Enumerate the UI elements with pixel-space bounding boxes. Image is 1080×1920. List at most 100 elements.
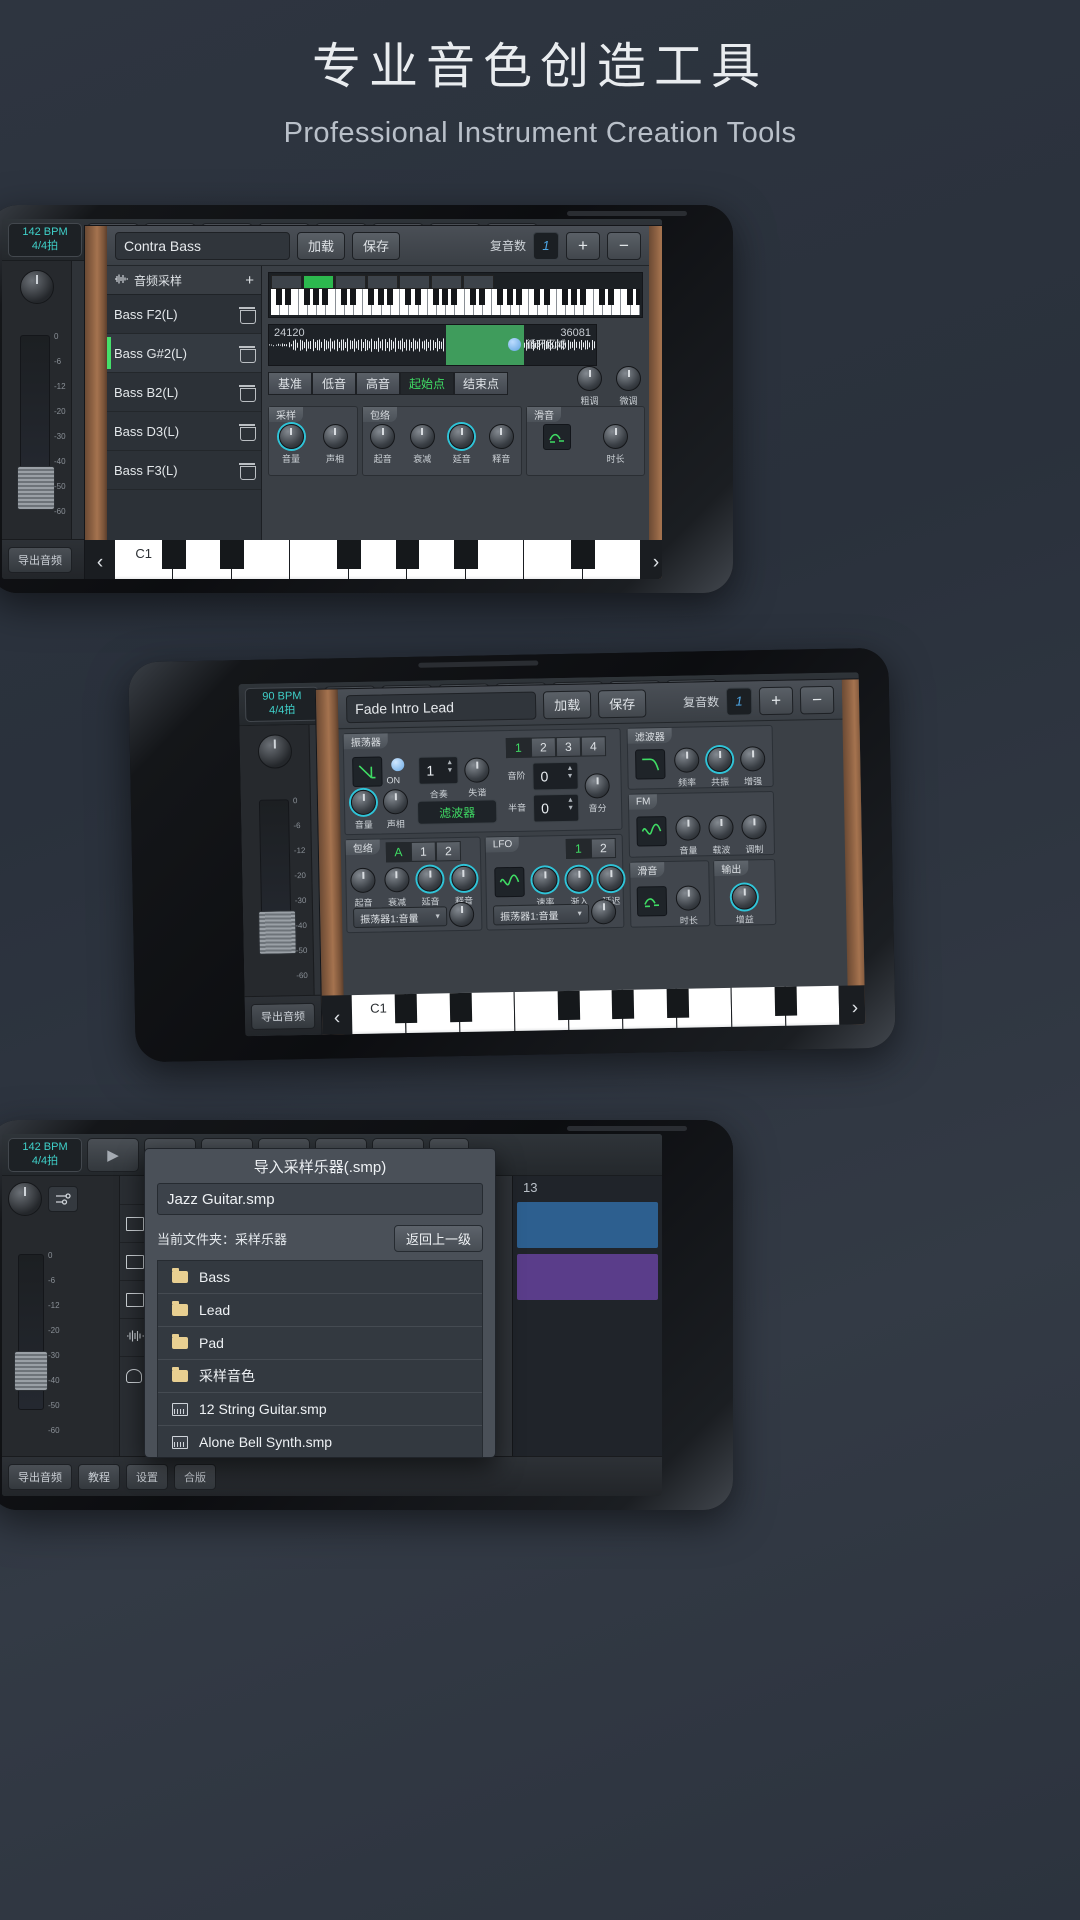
plus-icon[interactable]: + xyxy=(245,272,254,289)
mini-key[interactable] xyxy=(529,289,538,315)
sample-list-item[interactable]: Bass F3(L) xyxy=(107,451,261,490)
osc-tab-2[interactable]: 2 xyxy=(531,737,556,757)
phone3-volume-fader[interactable] xyxy=(18,1254,44,1410)
phone1-coarse-tune[interactable]: 粗调 xyxy=(577,366,602,407)
piano-black-key[interactable] xyxy=(612,990,634,1019)
piano-prev-icon[interactable]: ‹ xyxy=(322,995,353,1036)
mini-key[interactable] xyxy=(363,289,372,315)
keymap-zone-selected[interactable] xyxy=(303,275,334,289)
phone1-mixer-knob[interactable] xyxy=(20,270,54,304)
piano-black-key[interactable] xyxy=(162,540,186,569)
knob-glide-time[interactable]: 时长 xyxy=(603,424,628,465)
knob-icon[interactable] xyxy=(279,424,304,449)
osc-tab-3[interactable]: 3 xyxy=(556,737,581,757)
keymap-zone[interactable] xyxy=(335,275,366,289)
knob-icon[interactable] xyxy=(350,868,375,893)
phone1-polyphony-value[interactable]: 1 xyxy=(533,232,559,260)
piano-black-key[interactable] xyxy=(337,540,361,569)
keymap-zone[interactable] xyxy=(399,275,430,289)
piano-next-icon[interactable]: › xyxy=(641,540,662,579)
phone3-tutorial-button[interactable]: 教程 xyxy=(78,1464,120,1490)
knob-icon[interactable] xyxy=(584,773,609,798)
env-release[interactable]: 释音 xyxy=(451,866,477,907)
lfo-rate[interactable]: 速率 xyxy=(532,867,558,908)
phone2-load-button[interactable]: 加载 xyxy=(543,690,592,719)
osc-on-led[interactable] xyxy=(391,758,404,771)
mini-key[interactable] xyxy=(271,289,280,315)
file-list-item[interactable]: 采样音色 xyxy=(158,1360,482,1393)
osc-semitone-input[interactable]: 0 xyxy=(533,794,580,823)
fm-waveform-icon[interactable] xyxy=(636,816,667,847)
mini-key[interactable] xyxy=(492,289,501,315)
knob-decay[interactable]: 衰减 xyxy=(410,424,435,465)
knob-attack[interactable]: 起音 xyxy=(370,424,395,465)
lfo-waveform-icon[interactable] xyxy=(494,867,525,898)
mini-key[interactable] xyxy=(621,289,630,315)
fm-volume[interactable]: 音量 xyxy=(675,815,701,856)
knob-icon[interactable] xyxy=(676,885,701,910)
phone3-clip-2[interactable] xyxy=(517,1254,658,1300)
lfo-tab-2[interactable]: 2 xyxy=(591,838,616,858)
filter-curve-icon[interactable] xyxy=(635,749,666,780)
file-list-item[interactable]: Pad xyxy=(158,1327,482,1360)
knob-icon[interactable] xyxy=(410,424,435,449)
mixer-icon[interactable] xyxy=(48,1186,78,1212)
mini-key[interactable] xyxy=(594,289,603,315)
knob-icon[interactable] xyxy=(351,790,376,815)
knob-icon[interactable] xyxy=(577,366,602,391)
osc-cents-knob-group[interactable]: 音分 xyxy=(584,773,610,814)
knob-icon[interactable] xyxy=(383,789,408,814)
sample-list-item[interactable]: Bass F2(L) xyxy=(107,295,261,334)
phone3-master-knob[interactable] xyxy=(8,1182,42,1216)
sample-list-item[interactable]: Bass D3(L) xyxy=(107,412,261,451)
knob-icon[interactable] xyxy=(675,815,700,840)
osc-tab-4[interactable]: 4 xyxy=(581,736,606,756)
phone3-play-button[interactable]: ▶ xyxy=(87,1138,139,1172)
knob-icon[interactable] xyxy=(732,884,757,909)
env-tab-a[interactable]: A xyxy=(386,842,411,862)
knob-icon[interactable] xyxy=(674,747,699,772)
knob-icon[interactable] xyxy=(464,757,489,782)
keymap-zone[interactable] xyxy=(271,275,302,289)
mini-key[interactable] xyxy=(400,289,409,315)
segment-end[interactable]: 结束点 xyxy=(454,372,508,395)
lfo-tab-1[interactable]: 1 xyxy=(566,838,591,858)
lfo-target-dropdown[interactable]: 振荡器1:音量 xyxy=(493,904,589,926)
phone2-export-button[interactable]: 导出音频 xyxy=(251,1002,315,1029)
glide-curve-icon[interactable] xyxy=(637,886,668,917)
phone3-clip-1[interactable] xyxy=(517,1202,658,1248)
knob-release[interactable]: 释音 xyxy=(489,424,514,465)
phone3-export-button[interactable]: 导出音频 xyxy=(8,1464,72,1490)
phone1-polyphony-plus-button[interactable]: + xyxy=(566,232,600,260)
osc-unison-input[interactable]: 1 xyxy=(418,756,459,785)
glide-time[interactable]: 时长 xyxy=(676,885,702,926)
phone2-mixer-knob[interactable] xyxy=(257,734,292,769)
phone1-mini-keyboard[interactable] xyxy=(271,289,640,315)
phone1-keymap-strip[interactable] xyxy=(268,272,643,318)
phone1-fader-cap[interactable] xyxy=(17,466,55,510)
phone1-keymap-zones[interactable] xyxy=(271,275,640,289)
mini-key[interactable] xyxy=(299,289,308,315)
lfo-amount-knob[interactable] xyxy=(591,899,616,924)
phone1-load-button[interactable]: 加载 xyxy=(297,232,345,260)
phone1-instrument-name-input[interactable]: Contra Bass xyxy=(115,232,290,260)
file-list-item[interactable]: Bass xyxy=(158,1261,482,1294)
knob-icon[interactable] xyxy=(598,866,623,891)
keymap-zone[interactable] xyxy=(367,275,398,289)
phone1-piano-keyboard[interactable]: ‹ C1 › xyxy=(85,540,662,579)
filter-gain[interactable]: 增强 xyxy=(740,746,766,787)
dialog-filename-input[interactable]: Jazz Guitar.smp xyxy=(157,1183,483,1215)
knob-icon[interactable] xyxy=(708,815,733,840)
knob-icon[interactable] xyxy=(741,814,766,839)
phone2-fader-cap[interactable] xyxy=(258,910,297,955)
osc-waveform-icon[interactable] xyxy=(352,756,383,787)
piano-black-key[interactable] xyxy=(571,540,595,569)
knob-icon[interactable] xyxy=(603,424,628,449)
env-tab-1[interactable]: 1 xyxy=(411,841,436,861)
knob-sustain[interactable]: 延音 xyxy=(449,424,474,465)
glide-shape-button[interactable] xyxy=(543,424,571,450)
knob-icon[interactable] xyxy=(566,866,591,891)
output-gain[interactable]: 增益 xyxy=(732,884,758,925)
phone3-settings-button[interactable]: 设置 xyxy=(126,1464,168,1490)
env-attack[interactable]: 起音 xyxy=(350,868,376,909)
